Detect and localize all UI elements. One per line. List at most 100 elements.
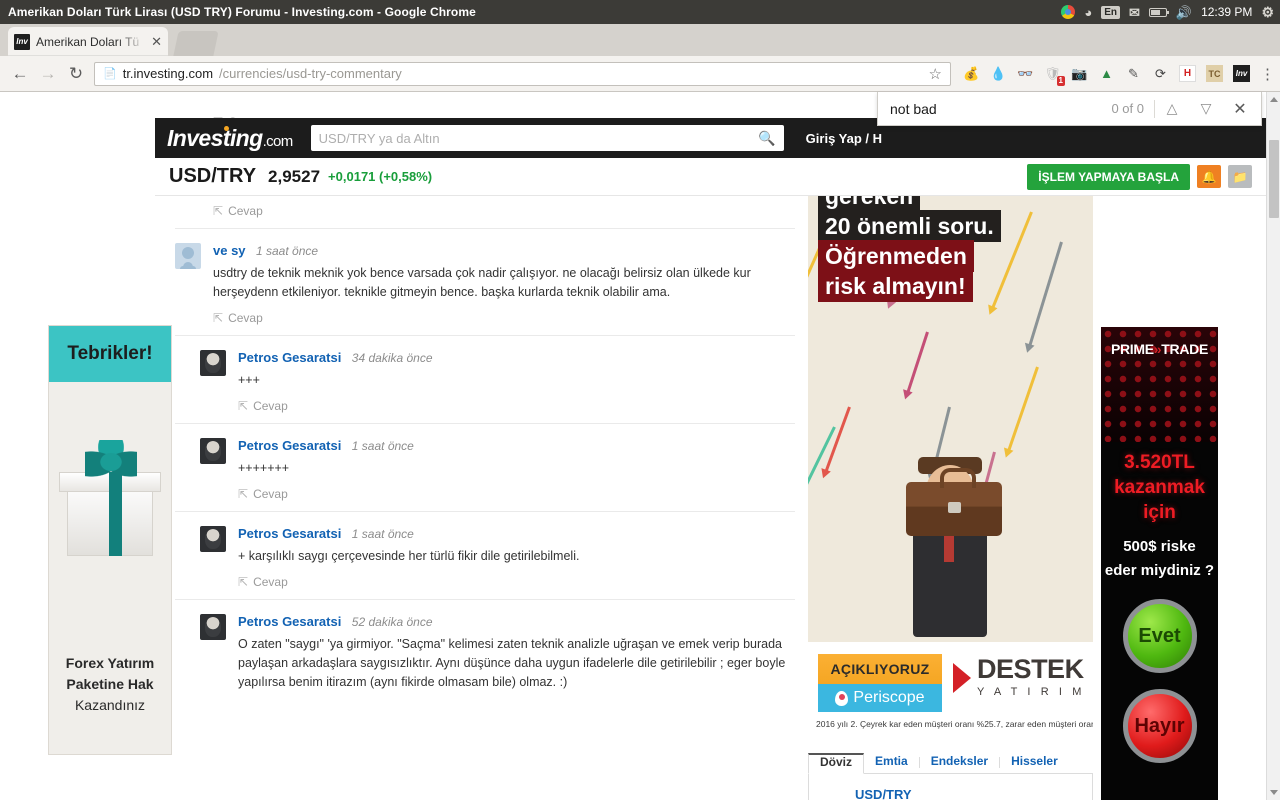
lastpass-icon[interactable]: 👓 (1017, 65, 1034, 82)
scroll-up-arrow-icon[interactable] (1270, 97, 1278, 102)
chevron-right-icon (953, 662, 972, 693)
language-indicator[interactable]: En (1101, 5, 1120, 19)
comment-author[interactable]: Petros Gesaratsi (238, 614, 341, 629)
destek-brand-sub: Y A T I R I M (977, 686, 1085, 698)
find-next-icon[interactable]: ▽ (1189, 100, 1223, 117)
reply-label: Cevap (253, 487, 288, 501)
tab-close-icon[interactable]: ✕ (151, 34, 162, 50)
comment-reply-link[interactable]: ⇱ Cevap (213, 204, 795, 218)
periscope-badge[interactable]: AÇIKLIYORUZ Periscope (818, 654, 942, 712)
destek-brand-name: DESTEK (977, 654, 1084, 684)
site-search-input[interactable]: USD/TRY ya da Altın 🔍 (310, 125, 784, 151)
add-to-portfolio-icon[interactable]: 📁 (1228, 165, 1252, 188)
tab-doviz[interactable]: Döviz (808, 753, 865, 774)
find-input[interactable] (890, 100, 1112, 117)
money-bag-icon[interactable]: 💰 (963, 65, 980, 82)
login-link[interactable]: Giriş Yap / H (806, 131, 882, 146)
battery-icon[interactable] (1148, 7, 1169, 17)
tab-hisseler[interactable]: Hisseler (1000, 754, 1069, 773)
no-button[interactable]: Hayır (1122, 689, 1197, 763)
investing-icon[interactable]: Inv (1233, 65, 1250, 82)
comment-author[interactable]: Petros Gesaratsi (238, 438, 341, 453)
logo-main: Investing (167, 124, 263, 151)
comment-author[interactable]: Petros Gesaratsi (238, 526, 341, 541)
back-button[interactable]: ← (6, 64, 34, 84)
find-prev-icon[interactable]: △ (1155, 100, 1189, 117)
primetrade-red-line2: kazanmak (1114, 477, 1205, 498)
ad-left-headline: Tebrikler! (49, 326, 171, 382)
reply-label: Cevap (253, 399, 288, 413)
yes-button[interactable]: Evet (1122, 599, 1197, 673)
comment-item: Petros Gesaratsi 1 saat önce + karşılıkl… (175, 511, 795, 599)
quote-symbol[interactable]: USD/TRY (855, 787, 1041, 800)
address-bar[interactable]: 📄 tr.investing.com/currencies/usd-try-co… (94, 61, 951, 86)
comment-author[interactable]: Petros Gesaratsi (238, 350, 341, 365)
volume-icon[interactable]: 🔊 (1176, 6, 1192, 19)
quote-bar-change: +0,0171 (+0,58%) (328, 169, 433, 184)
tab-emtia[interactable]: Emtia (864, 754, 919, 773)
comment-reply-link[interactable]: ⇱ Cevap (213, 311, 795, 325)
clock[interactable]: 12:39 PM (1201, 5, 1252, 19)
quote-widget-row[interactable]: USD/TRY 2,9527 +0,0171 (+0,58%) (808, 774, 1093, 800)
start-trading-button[interactable]: İŞLEM YAPMAYA BAŞLA (1027, 163, 1190, 190)
avatar[interactable] (200, 614, 226, 640)
investing-logo[interactable]: Investing.com (167, 125, 293, 152)
avatar[interactable] (200, 438, 226, 464)
comment-reply-link[interactable]: ⇱ Cevap (238, 575, 795, 589)
gear-icon[interactable]: ⚙ (1261, 4, 1274, 21)
page-viewport: ⇱ Cevap Emre Sokullu 53 dakika önce Exce… (0, 92, 1266, 800)
mail-icon[interactable]: ✉ (1129, 6, 1140, 19)
periscope-name: Periscope (853, 689, 925, 706)
adblock-shield-icon[interactable]: 🛡 1 (1044, 65, 1065, 86)
ad-center-disclaimer: 2016 yılı 2. Çeyrek kar eden müşteri ora… (816, 719, 1093, 729)
comment-author[interactable]: ve sy (213, 243, 246, 258)
avatar[interactable] (200, 350, 226, 376)
reply-arrow-icon: ⇱ (238, 399, 249, 413)
tab-favicon-icon: Inv (14, 33, 30, 50)
reply-label: Cevap (253, 575, 288, 589)
tab-endeksler[interactable]: Endeksler (920, 754, 999, 773)
screenshot-camera-icon[interactable]: 📷 (1071, 65, 1088, 82)
scroll-down-arrow-icon[interactable] (1270, 790, 1278, 795)
ad-left-body: Forex Yatırım Paketine Hak Kazandınız (49, 653, 171, 716)
chrome-icon[interactable] (1061, 5, 1076, 19)
primetrade-white-line1: 500$ riske (1123, 538, 1196, 555)
logo-suffix: .com (262, 132, 294, 150)
new-tab-button[interactable] (173, 31, 219, 56)
comment-reply-link[interactable]: ⇱ Cevap (238, 399, 795, 413)
find-close-icon[interactable]: ✕ (1223, 99, 1257, 119)
search-icon[interactable]: 🔍 (758, 130, 775, 147)
avatar[interactable] (200, 526, 226, 552)
kebab-menu-icon[interactable]: ⋮ (1260, 65, 1275, 83)
ad-center-destek-yatirim[interactable]: önce cevaplanması gereken 20 önemli soru… (808, 152, 1093, 737)
green-leaf-icon[interactable]: ▲ (1098, 65, 1115, 82)
url-host: tr.investing.com (122, 66, 214, 81)
green-drop-icon[interactable]: 💧 (990, 65, 1007, 82)
ad-right-primetrade[interactable]: PRIME»TRADE 3.520TL kazanmak için 500$ r… (1101, 327, 1218, 800)
browser-tab-active[interactable]: Inv Amerikan Doları Tü ✕ (8, 27, 168, 56)
tab-title: Amerikan Doları Tü (36, 34, 140, 49)
tc-beige-icon[interactable]: TC (1206, 65, 1223, 82)
h-red-icon[interactable]: H (1179, 65, 1196, 82)
window-title: Amerikan Doları Türk Lirası (USD TRY) Fo… (8, 5, 476, 19)
ad-center-headline-5: risk almayın! (818, 270, 973, 302)
add-alert-icon[interactable]: 🔔 (1197, 165, 1221, 188)
avatar[interactable] (175, 243, 201, 269)
refresh-sync-icon[interactable]: ⟳ (1152, 65, 1169, 82)
page-scrollbar[interactable] (1266, 92, 1280, 800)
eyedropper-icon[interactable]: ✎ (1125, 65, 1142, 82)
comment-timestamp: 52 dakika önce (351, 615, 433, 629)
forward-button[interactable]: → (34, 64, 62, 84)
star-icon[interactable]: ☆ (929, 65, 942, 83)
browser-tab-strip: Inv Amerikan Doları Tü ✕ (0, 24, 1280, 56)
reload-button[interactable]: ↻ (62, 64, 90, 84)
wifi-icon[interactable]: ◕ (1084, 6, 1092, 19)
ad-left-line2: Paketine Hak (66, 676, 154, 692)
gift-box-icon (55, 414, 165, 589)
ad-center-footer: AÇIKLIYORUZ Periscope DESTEK Y A T I R I… (808, 642, 1093, 737)
comment-reply-link[interactable]: ⇱ Cevap (238, 487, 795, 501)
system-tray: ◕ En ✉ 🔊 12:39 PM ⚙ (1061, 0, 1274, 24)
ad-left-forex-gift[interactable]: Tebrikler! Forex Yatırım Paketine Hak Ka… (48, 325, 172, 755)
page-info-icon[interactable]: 📄 (103, 67, 117, 80)
scrollbar-thumb[interactable] (1269, 140, 1279, 218)
